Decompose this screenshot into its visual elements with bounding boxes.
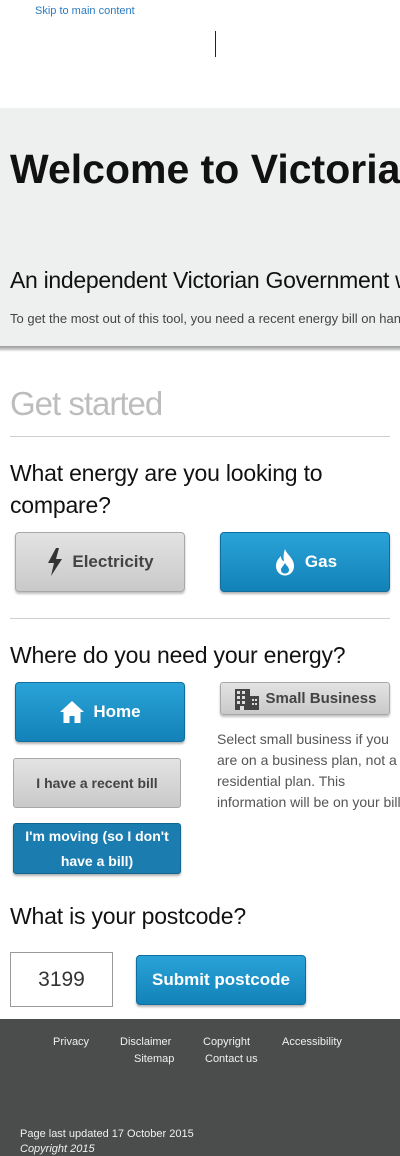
page-subtitle: An independent Victorian Government webs… bbox=[10, 267, 400, 293]
submit-postcode-button[interactable]: Submit postcode bbox=[136, 955, 306, 1005]
page-title: Welcome to Victorian Energy Compare bbox=[10, 146, 400, 192]
recent-bill-button[interactable]: I have a recent bill bbox=[13, 758, 181, 808]
skip-to-content-link[interactable]: Skip to main content bbox=[35, 5, 135, 17]
intro-text: To get the most out of this tool, you ne… bbox=[10, 311, 400, 326]
building-icon bbox=[234, 687, 260, 711]
submit-postcode-label: Submit postcode bbox=[152, 970, 290, 989]
small-business-label: Small Business bbox=[265, 690, 377, 707]
home-button[interactable]: Home bbox=[15, 682, 185, 742]
home-label: Home bbox=[93, 702, 141, 721]
electricity-button[interactable]: Electricity bbox=[15, 532, 185, 592]
gas-label: Gas bbox=[304, 552, 338, 571]
hero-banner: Welcome to Victorian Energy Compare An i… bbox=[0, 108, 400, 350]
electricity-label: Electricity bbox=[72, 552, 154, 571]
footer-link-contact[interactable]: Contact us bbox=[205, 1053, 258, 1065]
footer-link-copyright[interactable]: Copyright bbox=[203, 1036, 250, 1048]
moving-button[interactable]: I'm moving (so I don't have a bill) bbox=[13, 823, 181, 874]
lightning-icon bbox=[46, 548, 64, 576]
small-business-help-text: Select small business if you are on a bu… bbox=[217, 731, 400, 810]
energy-type-question: What energy are you looking to compare? bbox=[10, 460, 323, 518]
divider bbox=[10, 436, 390, 437]
copyright-text: Copyright 2015 bbox=[20, 1143, 95, 1155]
moving-label: I'm moving (so I don't have a bill) bbox=[25, 827, 169, 869]
recent-bill-label: I have a recent bill bbox=[36, 775, 158, 791]
postcode-input[interactable] bbox=[10, 952, 113, 1007]
hero-shadow bbox=[0, 346, 400, 352]
house-icon bbox=[59, 700, 85, 724]
footer-link-privacy[interactable]: Privacy bbox=[53, 1036, 89, 1048]
last-updated-text: Page last updated 17 October 2015 bbox=[20, 1128, 194, 1140]
text-cursor bbox=[215, 31, 216, 57]
gas-button[interactable]: Gas bbox=[220, 532, 390, 592]
footer-link-accessibility[interactable]: Accessibility bbox=[282, 1036, 342, 1048]
site-footer: Privacy Disclaimer Copyright Accessibili… bbox=[0, 1019, 400, 1156]
footer-link-disclaimer[interactable]: Disclaimer bbox=[120, 1036, 171, 1048]
footer-link-sitemap[interactable]: Sitemap bbox=[134, 1053, 174, 1065]
divider bbox=[10, 618, 390, 619]
flame-icon bbox=[273, 548, 297, 576]
get-started-heading: Get started bbox=[10, 385, 163, 422]
postcode-question: What is your postcode? bbox=[10, 903, 246, 929]
small-business-button[interactable]: Small Business bbox=[220, 682, 390, 715]
location-question: Where do you need your energy? bbox=[10, 642, 346, 668]
